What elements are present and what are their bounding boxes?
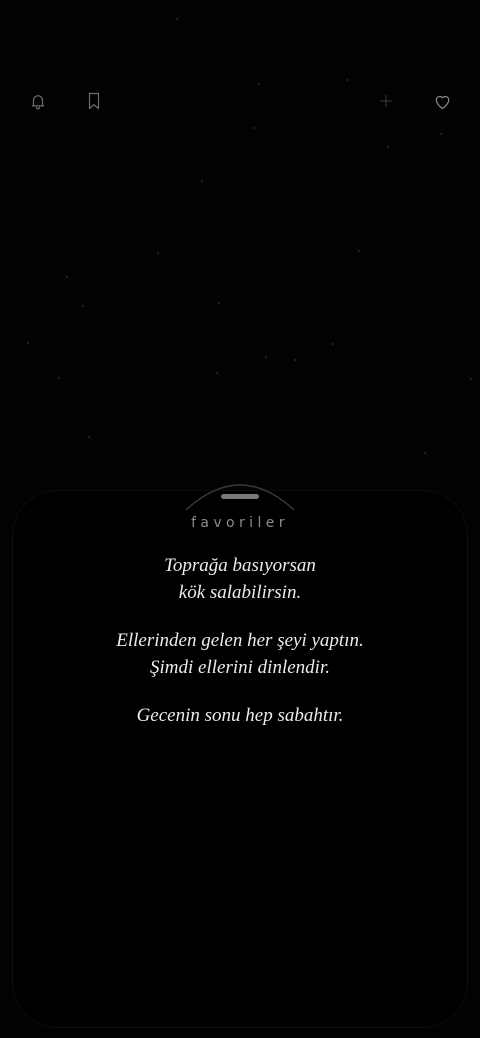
sheet-title: favoriler <box>191 515 289 531</box>
bookmark-icon[interactable] <box>79 86 109 116</box>
quote-line: Şimdi ellerini dinlendir. <box>150 657 330 678</box>
quote-line: Ellerinden gelen her şeyi yaptın. <box>116 630 364 651</box>
app-screen: favoriler Toprağa basıyorsan kök salabil… <box>0 0 480 1038</box>
quote-item[interactable]: Ellerinden gelen her şeyi yaptın. Şimdi … <box>0 627 480 681</box>
bell-icon[interactable] <box>23 86 53 116</box>
heart-icon[interactable] <box>427 86 457 116</box>
quote-line: Toprağa basıyorsan <box>164 555 316 576</box>
quote-item[interactable]: Gecenin sonu hep sabahtır. <box>0 702 480 729</box>
sheet-drag-handle[interactable] <box>221 494 259 499</box>
sheet-arc-decoration <box>185 484 295 511</box>
plus-icon[interactable] <box>371 86 401 116</box>
quote-line: Gecenin sonu hep sabahtır. <box>136 705 344 726</box>
quote-list: Toprağa basıyorsan kök salabilirsin. Ell… <box>0 552 480 750</box>
top-toolbar <box>0 86 480 116</box>
quote-line: kök salabilirsin. <box>178 582 302 603</box>
quote-item[interactable]: Toprağa basıyorsan kök salabilirsin. <box>0 552 480 606</box>
